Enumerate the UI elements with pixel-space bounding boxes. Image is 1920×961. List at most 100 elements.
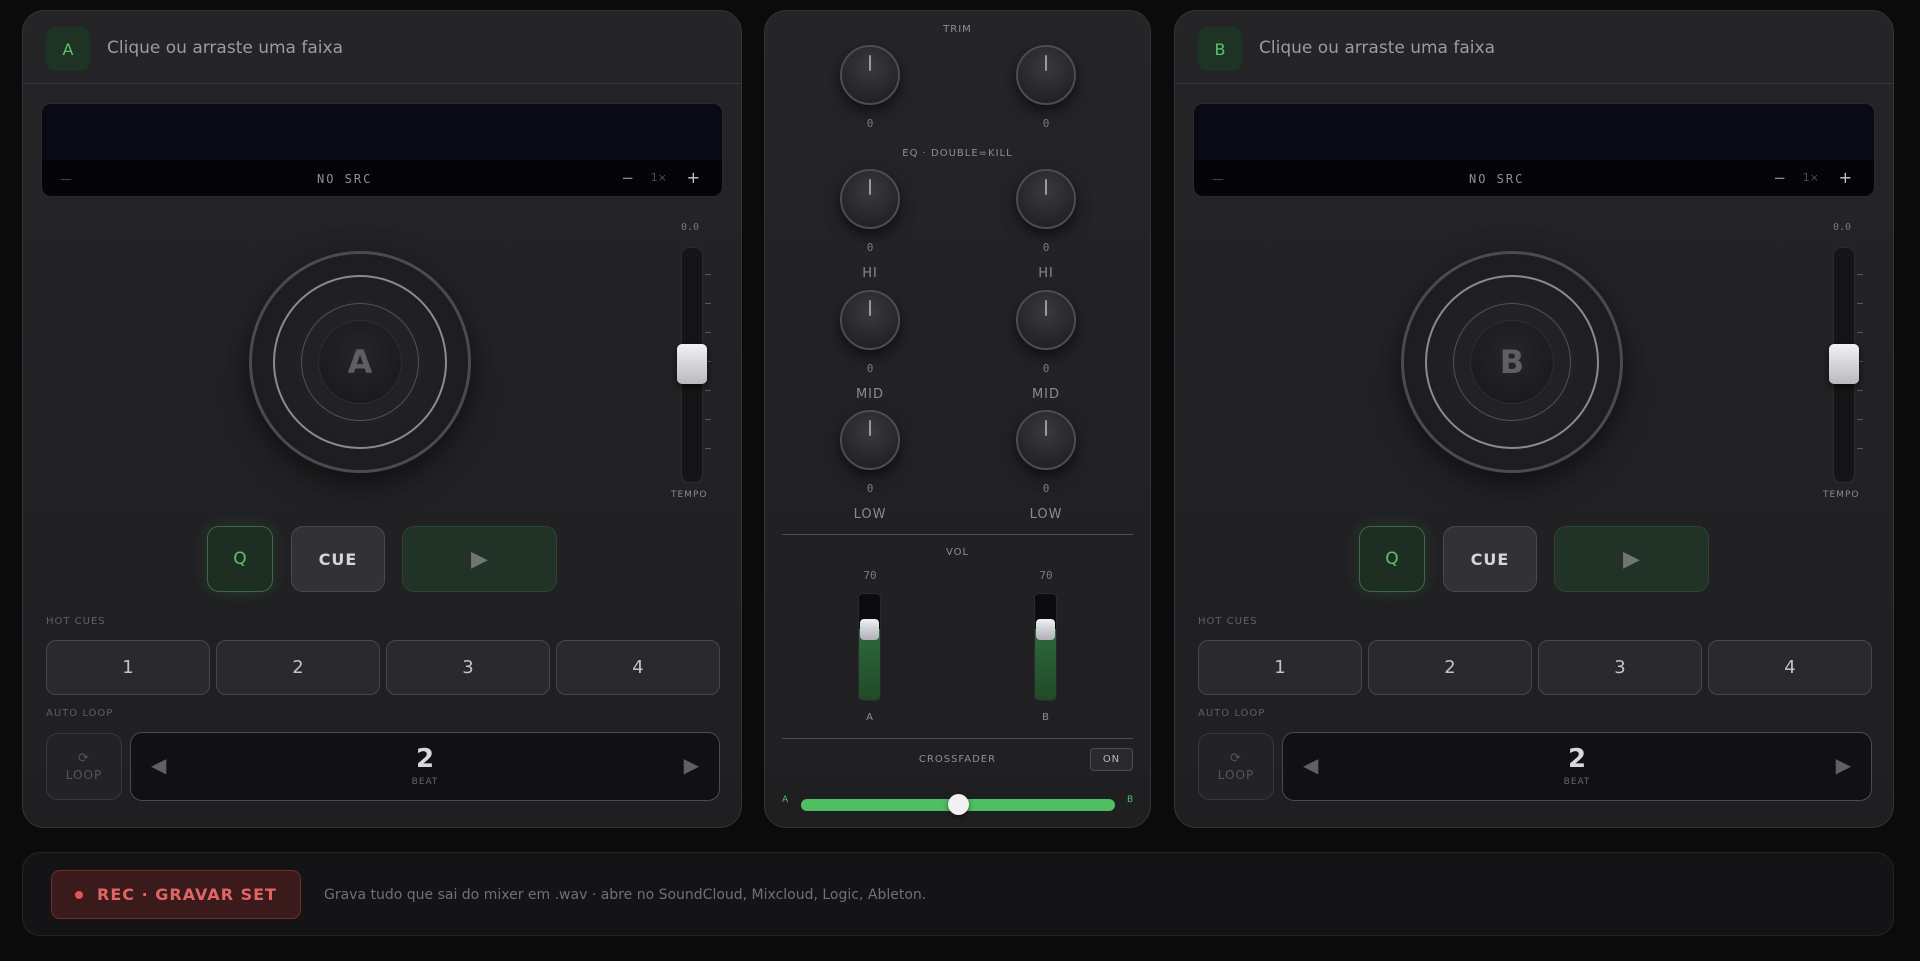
mixer-eq-mid-knob-b[interactable] bbox=[1016, 290, 1076, 350]
play-icon: ▶ bbox=[1623, 546, 1640, 572]
mixer-eq-hi-label-a: HI bbox=[862, 266, 878, 281]
deck-b-quantize-button[interactable]: Q bbox=[1359, 526, 1425, 592]
deck-b-source-label: NO SRC bbox=[1469, 172, 1525, 186]
mixer-channel-fader-b-handle[interactable] bbox=[1036, 619, 1055, 640]
deck-b-auto-loop-label: AUTO LOOP bbox=[1198, 708, 1266, 719]
deck-a-badge: A bbox=[46, 27, 90, 71]
deck-b-time-readout: — bbox=[1212, 172, 1224, 186]
deck-b-hot-cue-2[interactable]: 2 bbox=[1368, 640, 1532, 695]
deck-b-zoom-out-button[interactable]: − bbox=[1773, 169, 1786, 187]
deck-a-play-button[interactable]: ▶ bbox=[402, 526, 557, 592]
record-bar: REC · GRAVAR SET Grava tudo que sai do m… bbox=[22, 852, 1894, 936]
mixer-eq-mid-label-b: MID bbox=[1031, 387, 1061, 402]
record-description: Grava tudo que sai do mixer em .wav · ab… bbox=[324, 887, 927, 903]
mixer-crossfader-left-label: A bbox=[782, 795, 789, 805]
deck-a-load-hint[interactable]: Clique ou arraste uma faixa bbox=[107, 38, 343, 58]
deck-b-tempo-tick bbox=[1857, 332, 1863, 333]
mixer-eq-hi-knob-a[interactable] bbox=[840, 169, 900, 229]
mixer-eq-label: EQ · DOUBLE=KILL bbox=[902, 148, 1013, 159]
deck-a-jog-wheel[interactable]: A bbox=[249, 251, 471, 473]
deck-b-zoom-in-button[interactable]: + bbox=[1839, 168, 1852, 187]
mixer-channel-label-b: B bbox=[1042, 712, 1050, 723]
mixer-eq-low-value-a: 0 bbox=[866, 482, 874, 495]
deck-b-loop-button[interactable]: ⟳ LOOP bbox=[1198, 733, 1274, 800]
mixer-eq-low-knob-a[interactable] bbox=[840, 410, 900, 470]
deck-b-loop-length-value: 2 bbox=[1567, 744, 1587, 774]
deck-a-header[interactable]: A Clique ou arraste uma faixa bbox=[23, 11, 741, 84]
deck-b-loop-label: LOOP bbox=[1217, 768, 1255, 782]
deck-a-zoom-in-button[interactable]: + bbox=[687, 168, 700, 187]
mixer: TRIM 0 0 EQ · DOUBLE=KILL 0 0 HI HI 0 0 … bbox=[764, 10, 1151, 828]
deck-a-loop-label: LOOP bbox=[65, 768, 103, 782]
mixer-eq-mid-value-a: 0 bbox=[866, 362, 874, 375]
deck-a-cue-button[interactable]: CUE bbox=[291, 526, 385, 592]
deck-a-loop-button[interactable]: ⟳ LOOP bbox=[46, 733, 122, 800]
mixer-eq-hi-value-b: 0 bbox=[1042, 241, 1050, 254]
mixer-channel-fader-a[interactable] bbox=[858, 593, 881, 701]
mixer-vol-value-b: 70 bbox=[1039, 569, 1053, 582]
deck-b-tempo-tick bbox=[1857, 419, 1863, 420]
deck-b-platter-label: B bbox=[1470, 320, 1554, 404]
deck-a-zoom-out-button[interactable]: − bbox=[621, 169, 634, 187]
deck-b-play-button[interactable]: ▶ bbox=[1554, 526, 1709, 592]
loop-icon: ⟳ bbox=[1230, 751, 1242, 766]
mixer-channel-fader-a-handle[interactable] bbox=[860, 619, 879, 640]
deck-b-zoom-level: 1× bbox=[1802, 171, 1819, 184]
mixer-trim-knob-b[interactable] bbox=[1016, 45, 1076, 105]
mixer-eq-low-knob-b[interactable] bbox=[1016, 410, 1076, 470]
deck-a-tempo-tick bbox=[705, 448, 711, 449]
mixer-crossfader-handle[interactable] bbox=[948, 794, 969, 815]
mixer-eq-low-value-b: 0 bbox=[1042, 482, 1050, 495]
mixer-crossfader-right-label: B bbox=[1127, 795, 1134, 805]
deck-a-source-label: NO SRC bbox=[317, 172, 373, 186]
deck-a-tempo-tick bbox=[705, 332, 711, 333]
deck-b-tempo-handle[interactable] bbox=[1829, 344, 1859, 384]
deck-b-waveform[interactable]: — NO SRC − 1× + bbox=[1193, 103, 1875, 197]
deck-a-hot-cue-1[interactable]: 1 bbox=[46, 640, 210, 695]
deck-a-loop-double-button[interactable]: ▶ bbox=[684, 753, 699, 777]
deck-b-loop-double-button[interactable]: ▶ bbox=[1836, 753, 1851, 777]
deck-b-load-hint[interactable]: Clique ou arraste uma faixa bbox=[1259, 38, 1495, 58]
deck-a-hot-cue-2[interactable]: 2 bbox=[216, 640, 380, 695]
deck-b-tempo-tick bbox=[1857, 448, 1863, 449]
deck-b-badge: B bbox=[1198, 27, 1242, 71]
deck-a-tempo-tick bbox=[705, 419, 711, 420]
mixer-eq-mid-knob-a[interactable] bbox=[840, 290, 900, 350]
mixer-crossfader-toggle[interactable]: ON bbox=[1090, 748, 1133, 771]
mixer-trim-value-b: 0 bbox=[1042, 117, 1050, 130]
mixer-vol-value-a: 70 bbox=[863, 569, 877, 582]
mixer-eq-hi-knob-b[interactable] bbox=[1016, 169, 1076, 229]
mixer-divider bbox=[782, 738, 1133, 739]
record-set-button[interactable]: REC · GRAVAR SET bbox=[51, 870, 301, 919]
record-set-label: REC · GRAVAR SET bbox=[97, 885, 277, 904]
deck-b-hot-cue-4[interactable]: 4 bbox=[1708, 640, 1872, 695]
deck-b-hot-cues-label: HOT CUES bbox=[1198, 616, 1258, 627]
mixer-eq-hi-value-a: 0 bbox=[866, 241, 874, 254]
deck-b-hot-cue-3[interactable]: 3 bbox=[1538, 640, 1702, 695]
deck-a-tempo-handle[interactable] bbox=[677, 344, 707, 384]
record-dot-icon bbox=[75, 890, 84, 899]
deck-b-jog-wheel[interactable]: B bbox=[1401, 251, 1623, 473]
deck-a-quantize-button[interactable]: Q bbox=[207, 526, 273, 592]
deck-b-cue-button[interactable]: CUE bbox=[1443, 526, 1537, 592]
mixer-eq-low-label-b: LOW bbox=[1029, 507, 1063, 522]
mixer-channel-fader-b[interactable] bbox=[1034, 593, 1057, 701]
deck-a-tempo-tick bbox=[705, 274, 711, 275]
mixer-trim-value-a: 0 bbox=[866, 117, 874, 130]
mixer-eq-mid-label-a: MID bbox=[855, 387, 885, 402]
deck-a-loop-length: ◀ 2 BEAT ▶ bbox=[130, 732, 720, 801]
deck-b-tempo-tick bbox=[1857, 390, 1863, 391]
deck-b-waveform-canvas bbox=[1194, 104, 1874, 160]
deck-a-waveform-canvas bbox=[42, 104, 722, 160]
deck-a-tempo-tick bbox=[705, 390, 711, 391]
mixer-divider bbox=[782, 534, 1133, 535]
deck-b-header[interactable]: B Clique ou arraste uma faixa bbox=[1175, 11, 1893, 84]
play-icon: ▶ bbox=[471, 546, 488, 572]
mixer-trim-knob-a[interactable] bbox=[840, 45, 900, 105]
deck-a-waveform[interactable]: — NO SRC − 1× + bbox=[41, 103, 723, 197]
deck-a-hot-cue-4[interactable]: 4 bbox=[556, 640, 720, 695]
deck-a-tempo-label: TEMPO bbox=[671, 490, 708, 500]
deck-b-hot-cue-1[interactable]: 1 bbox=[1198, 640, 1362, 695]
deck-a-hot-cue-3[interactable]: 3 bbox=[386, 640, 550, 695]
deck-a-platter-label: A bbox=[318, 320, 402, 404]
